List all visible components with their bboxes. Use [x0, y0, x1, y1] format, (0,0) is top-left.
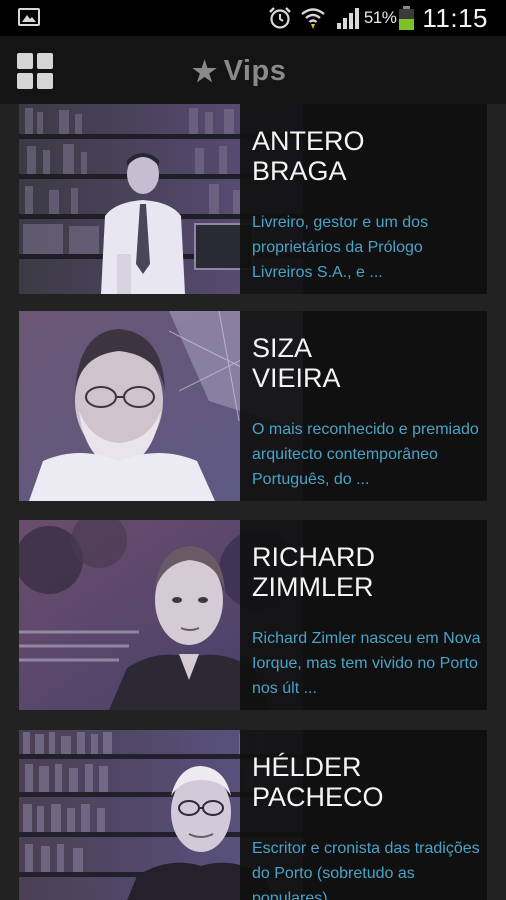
vip-name: RICHARD ZIMMLER [252, 542, 376, 602]
vip-description[interactable]: Livreiro, gestor e um dos proprietários … [252, 210, 482, 285]
vip-list[interactable]: ANTERO BRAGA Livreiro, gestor e um dos p… [0, 104, 506, 900]
vip-description[interactable]: O mais reconhecido e premiado arquitecto… [252, 417, 482, 492]
clock: 11:15 [422, 2, 488, 33]
grid-menu-icon[interactable] [17, 53, 53, 89]
vip-name: HÉLDER PACHECO [252, 752, 384, 812]
gallery-icon [18, 8, 40, 26]
vip-card[interactable]: ANTERO BRAGA Livreiro, gestor e um dos p… [19, 104, 487, 294]
vip-text-panel: HÉLDER PACHECO Escritor e cronista das t… [240, 730, 487, 900]
vip-text-panel: RICHARD ZIMMLER Richard Zimler nasceu em… [240, 520, 487, 710]
star-icon: ★ [192, 55, 218, 87]
app-bar: ★ Vips [0, 36, 506, 104]
signal-icon [336, 8, 359, 29]
wifi-icon [301, 8, 325, 29]
battery-percent: 51% [363, 8, 397, 27]
vip-card[interactable]: RICHARD ZIMMLER Richard Zimler nasceu em… [19, 520, 487, 710]
vip-name: ANTERO BRAGA [252, 126, 365, 186]
vip-card[interactable]: SIZA VIEIRA O mais reconhecido e premiad… [19, 311, 487, 501]
vip-description[interactable]: Richard Zimler nasceu em Nova Iorque, ma… [252, 626, 482, 701]
vip-description[interactable]: Escritor e cronista das tradições do Por… [252, 836, 482, 900]
vip-name: SIZA VIEIRA [252, 333, 341, 393]
alarm-icon [268, 7, 291, 29]
vip-text-panel: SIZA VIEIRA O mais reconhecido e premiad… [240, 311, 487, 501]
status-bar: 51% 11:15 [0, 0, 506, 36]
page-title-label: Vips [223, 54, 287, 87]
vip-card[interactable]: HÉLDER PACHECO Escritor e cronista das t… [19, 730, 487, 900]
vip-text-panel: ANTERO BRAGA Livreiro, gestor e um dos p… [240, 104, 487, 294]
battery-icon [399, 6, 415, 30]
page-title: ★ Vips [192, 54, 286, 88]
